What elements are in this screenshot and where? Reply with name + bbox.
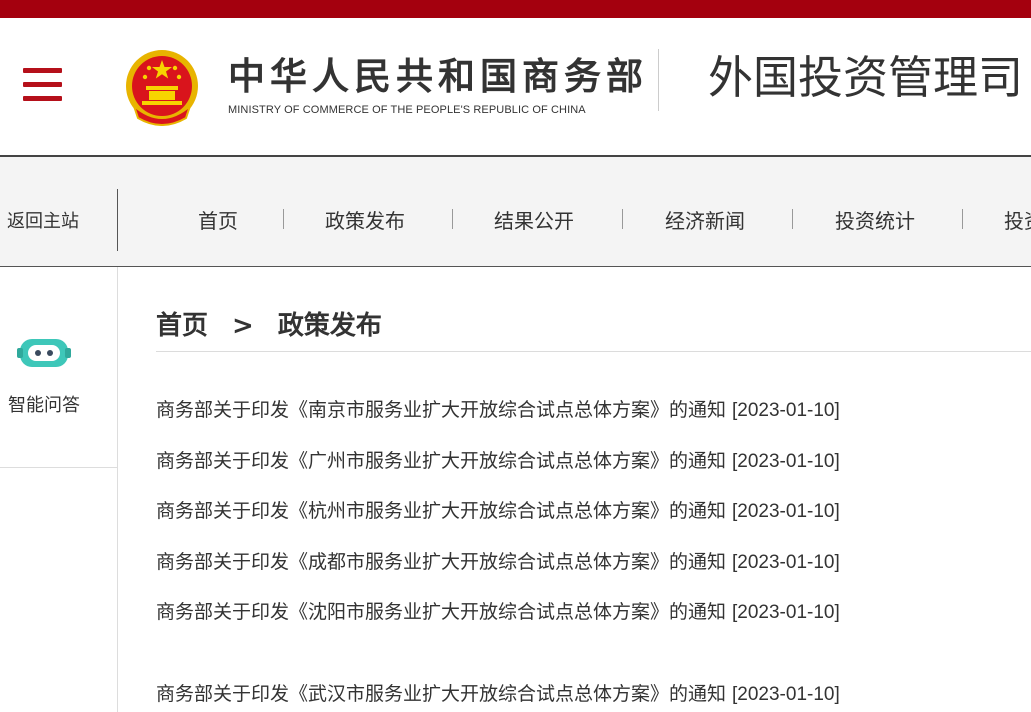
article-link[interactable]: 商务部关于印发《成都市服务业扩大开放综合试点总体方案》的通知 [2023-01-1… [156,547,840,574]
nav-separator [283,209,284,229]
article-date: [2023-01-10] [732,400,840,421]
article-date: [2023-01-10] [732,684,840,705]
breadcrumb: 首页 > 政策发布 [156,305,382,342]
article-title[interactable]: 商务部关于印发《杭州市服务业扩大开放综合试点总体方案》的通知 [156,500,726,522]
article-title[interactable]: 商务部关于印发《武汉市服务业扩大开放综合试点总体方案》的通知 [156,683,726,705]
smart-qa-label[interactable]: 智能问答 [8,391,80,417]
article-title[interactable]: 商务部关于印发《成都市服务业扩大开放综合试点总体方案》的通知 [156,551,726,573]
article-title[interactable]: 商务部关于印发《广州市服务业扩大开放综合试点总体方案》的通知 [156,450,726,472]
national-emblem-icon [126,50,198,126]
main-nav: 返回主站 首页 政策发布 结果公开 经济新闻 投资统计 投资 [0,155,1031,267]
breadcrumb-current[interactable]: 政策发布 [278,311,382,341]
sidebar-divider [0,467,118,468]
chatbot-icon[interactable] [16,335,72,371]
nav-separator [622,209,623,229]
nav-separator [452,209,453,229]
nav-item-statistics[interactable]: 投资统计 [835,205,915,234]
article-link[interactable]: 商务部关于印发《广州市服务业扩大开放综合试点总体方案》的通知 [2023-01-1… [156,446,840,473]
department-title: 外国投资管理司 [708,51,1024,104]
article-link[interactable]: 商务部关于印发《南京市服务业扩大开放综合试点总体方案》的通知 [2023-01-1… [156,395,840,422]
article-link[interactable]: 商务部关于印发《杭州市服务业扩大开放综合试点总体方案》的通知 [2023-01-1… [156,496,840,523]
nav-item-news[interactable]: 经济新闻 [665,205,745,234]
return-main-site-link[interactable]: 返回主站 [7,207,79,233]
sidebar: 智能问答 [0,267,118,712]
article-title[interactable]: 商务部关于印发《南京市服务业扩大开放综合试点总体方案》的通知 [156,399,726,421]
ministry-name-cn: 中华人民共和国商务部 [228,55,648,98]
nav-divider [117,189,118,251]
article-link[interactable]: 商务部关于印发《武汉市服务业扩大开放综合试点总体方案》的通知 [2023-01-1… [156,679,840,706]
article-date: [2023-01-10] [732,451,840,472]
breadcrumb-separator: > [232,311,254,341]
hamburger-menu-icon[interactable] [23,68,62,102]
article-link[interactable]: 商务部关于印发《沈阳市服务业扩大开放综合试点总体方案》的通知 [2023-01-1… [156,597,840,624]
ministry-name-en: MINISTRY OF COMMERCE OF THE PEOPLE'S REP… [228,104,586,116]
nav-item-investment[interactable]: 投资 [1004,205,1031,234]
article-date: [2023-01-10] [732,552,840,573]
breadcrumb-home[interactable]: 首页 [156,311,208,341]
nav-item-home[interactable]: 首页 [198,205,238,234]
header-divider [658,49,659,111]
main-content: 首页 > 政策发布 商务部关于印发《南京市服务业扩大开放综合试点总体方案》的通知 [2… [156,267,1031,712]
breadcrumb-divider [156,351,1031,352]
article-date: [2023-01-10] [732,602,840,623]
nav-separator [792,209,793,229]
site-header: 中华人民共和国商务部 MINISTRY OF COMMERCE OF THE P… [0,18,1031,155]
article-title[interactable]: 商务部关于印发《沈阳市服务业扩大开放综合试点总体方案》的通知 [156,601,726,623]
nav-item-policy[interactable]: 政策发布 [325,205,405,234]
nav-separator [962,209,963,229]
article-date: [2023-01-10] [732,501,840,522]
top-accent-bar [0,0,1031,18]
nav-item-results[interactable]: 结果公开 [494,205,574,234]
